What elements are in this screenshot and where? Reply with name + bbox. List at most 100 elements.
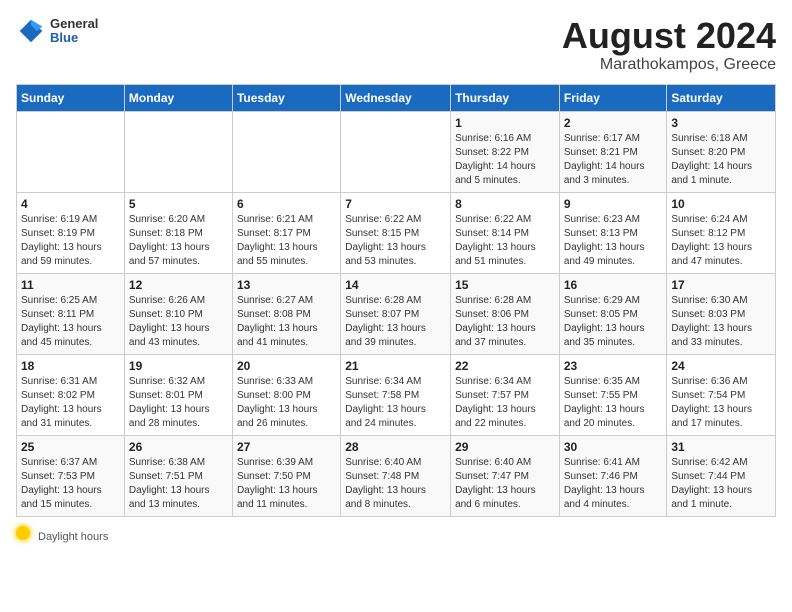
calendar-cell bbox=[17, 111, 125, 192]
day-info: Sunrise: 6:40 AM Sunset: 7:48 PM Dayligh… bbox=[345, 456, 446, 512]
sun-icon bbox=[16, 526, 30, 540]
calendar-cell: 19 Sunrise: 6:32 AM Sunset: 8:01 PM Dayli… bbox=[124, 354, 232, 435]
day-number: 6 bbox=[237, 197, 336, 211]
footer: Daylight hours bbox=[16, 523, 776, 543]
calendar-cell: 14 Sunrise: 6:28 AM Sunset: 8:07 PM Dayli… bbox=[341, 273, 451, 354]
day-info: Sunrise: 6:30 AM Sunset: 8:03 PM Dayligh… bbox=[671, 294, 771, 350]
page-header: General Blue August 2024 Marathokampos, … bbox=[16, 16, 776, 74]
day-number: 22 bbox=[455, 359, 555, 373]
day-number: 14 bbox=[345, 278, 446, 292]
calendar-cell: 17Sunrise: 6:30 AM Sunset: 8:03 PM Dayli… bbox=[667, 273, 776, 354]
day-info: Sunrise: 6:23 AM Sunset: 8:13 PM Dayligh… bbox=[564, 213, 663, 269]
logo-general: General bbox=[50, 17, 98, 31]
day-number: 26 bbox=[129, 440, 228, 454]
day-number: 5 bbox=[129, 197, 228, 211]
day-info: Sunrise: 6:34 AM Sunset: 7:57 PM Dayligh… bbox=[455, 375, 555, 431]
calendar-cell: 11Sunrise: 6:25 AM Sunset: 8:11 PM Dayli… bbox=[17, 273, 125, 354]
day-number: 15 bbox=[455, 278, 555, 292]
day-number: 31 bbox=[671, 440, 771, 454]
calendar-cell: 6 Sunrise: 6:21 AM Sunset: 8:17 PM Daylig… bbox=[232, 192, 340, 273]
day-info: Sunrise: 6:24 AM Sunset: 8:12 PM Dayligh… bbox=[671, 213, 771, 269]
calendar-cell: 13 Sunrise: 6:27 AM Sunset: 8:08 PM Dayli… bbox=[232, 273, 340, 354]
day-number: 1 bbox=[455, 116, 555, 130]
day-number: 21 bbox=[345, 359, 446, 373]
calendar-cell: 21Sunrise: 6:34 AM Sunset: 7:58 PM Dayli… bbox=[341, 354, 451, 435]
weekday-header: Tuesday bbox=[232, 84, 340, 111]
calendar-cell: 16Sunrise: 6:29 AM Sunset: 8:05 PM Dayli… bbox=[559, 273, 667, 354]
day-info: Sunrise: 6:33 AM Sunset: 8:00 PM Dayligh… bbox=[237, 375, 336, 431]
weekday-header: Thursday bbox=[451, 84, 560, 111]
day-info: Sunrise: 6:29 AM Sunset: 8:05 PM Dayligh… bbox=[564, 294, 663, 350]
day-info: Sunrise: 6:25 AM Sunset: 8:11 PM Dayligh… bbox=[21, 294, 120, 350]
calendar-cell: 27 Sunrise: 6:39 AM Sunset: 7:50 PM Dayli… bbox=[232, 435, 340, 516]
day-number: 7 bbox=[345, 197, 446, 211]
day-info: Sunrise: 6:16 AM Sunset: 8:22 PM Dayligh… bbox=[455, 132, 555, 188]
calendar-cell bbox=[232, 111, 340, 192]
day-number: 23 bbox=[564, 359, 663, 373]
logo-text: General Blue bbox=[50, 17, 98, 46]
day-number: 25 bbox=[21, 440, 120, 454]
weekday-header: Friday bbox=[559, 84, 667, 111]
calendar-cell: 2 Sunrise: 6:17 AM Sunset: 8:21 PM Daylig… bbox=[559, 111, 667, 192]
day-number: 2 bbox=[564, 116, 663, 130]
day-info: Sunrise: 6:32 AM Sunset: 8:01 PM Dayligh… bbox=[129, 375, 228, 431]
day-number: 13 bbox=[237, 278, 336, 292]
calendar-cell: 12 Sunrise: 6:26 AM Sunset: 8:10 PM Dayli… bbox=[124, 273, 232, 354]
calendar-week-row: 4 Sunrise: 6:19 AM Sunset: 8:19 PM Daylig… bbox=[17, 192, 776, 273]
calendar-cell: 31Sunrise: 6:42 AM Sunset: 7:44 PM Dayli… bbox=[667, 435, 776, 516]
weekday-header: Sunday bbox=[17, 84, 125, 111]
calendar-cell: 29 Sunrise: 6:40 AM Sunset: 7:47 PM Dayli… bbox=[451, 435, 560, 516]
day-info: Sunrise: 6:22 AM Sunset: 8:14 PM Dayligh… bbox=[455, 213, 555, 269]
day-info: Sunrise: 6:17 AM Sunset: 8:21 PM Dayligh… bbox=[564, 132, 663, 188]
calendar-cell: 20Sunrise: 6:33 AM Sunset: 8:00 PM Dayli… bbox=[232, 354, 340, 435]
calendar-cell: 23 Sunrise: 6:35 AM Sunset: 7:55 PM Dayli… bbox=[559, 354, 667, 435]
day-number: 19 bbox=[129, 359, 228, 373]
day-info: Sunrise: 6:27 AM Sunset: 8:08 PM Dayligh… bbox=[237, 294, 336, 350]
day-info: Sunrise: 6:22 AM Sunset: 8:15 PM Dayligh… bbox=[345, 213, 446, 269]
logo: General Blue bbox=[16, 16, 98, 46]
day-info: Sunrise: 6:38 AM Sunset: 7:51 PM Dayligh… bbox=[129, 456, 228, 512]
day-info: Sunrise: 6:41 AM Sunset: 7:46 PM Dayligh… bbox=[564, 456, 663, 512]
day-number: 24 bbox=[671, 359, 771, 373]
day-info: Sunrise: 6:39 AM Sunset: 7:50 PM Dayligh… bbox=[237, 456, 336, 512]
day-number: 29 bbox=[455, 440, 555, 454]
calendar-cell: 30 Sunrise: 6:41 AM Sunset: 7:46 PM Dayli… bbox=[559, 435, 667, 516]
calendar-cell: 3Sunrise: 6:18 AM Sunset: 8:20 PM Daylig… bbox=[667, 111, 776, 192]
calendar-cell: 5Sunrise: 6:20 AM Sunset: 8:18 PM Daylig… bbox=[124, 192, 232, 273]
calendar-cell: 8 Sunrise: 6:22 AM Sunset: 8:14 PM Daylig… bbox=[451, 192, 560, 273]
logo-icon bbox=[16, 16, 46, 46]
day-info: Sunrise: 6:36 AM Sunset: 7:54 PM Dayligh… bbox=[671, 375, 771, 431]
day-info: Sunrise: 6:28 AM Sunset: 8:07 PM Dayligh… bbox=[345, 294, 446, 350]
weekday-header: Saturday bbox=[667, 84, 776, 111]
day-info: Sunrise: 6:19 AM Sunset: 8:19 PM Dayligh… bbox=[21, 213, 120, 269]
calendar-cell: 22 Sunrise: 6:34 AM Sunset: 7:57 PM Dayli… bbox=[451, 354, 560, 435]
page-subtitle: Marathokampos, Greece bbox=[562, 56, 776, 74]
daylight-label: Daylight hours bbox=[34, 531, 108, 543]
day-info: Sunrise: 6:26 AM Sunset: 8:10 PM Dayligh… bbox=[129, 294, 228, 350]
calendar-week-row: 25Sunrise: 6:37 AM Sunset: 7:53 PM Dayli… bbox=[17, 435, 776, 516]
weekday-header: Wednesday bbox=[341, 84, 451, 111]
calendar-cell: 25Sunrise: 6:37 AM Sunset: 7:53 PM Dayli… bbox=[17, 435, 125, 516]
day-number: 4 bbox=[21, 197, 120, 211]
calendar-week-row: 11Sunrise: 6:25 AM Sunset: 8:11 PM Dayli… bbox=[17, 273, 776, 354]
day-info: Sunrise: 6:35 AM Sunset: 7:55 PM Dayligh… bbox=[564, 375, 663, 431]
day-number: 10 bbox=[671, 197, 771, 211]
day-number: 27 bbox=[237, 440, 336, 454]
calendar-cell: 15 Sunrise: 6:28 AM Sunset: 8:06 PM Dayli… bbox=[451, 273, 560, 354]
day-number: 3 bbox=[671, 116, 771, 130]
weekday-header: Monday bbox=[124, 84, 232, 111]
day-info: Sunrise: 6:40 AM Sunset: 7:47 PM Dayligh… bbox=[455, 456, 555, 512]
calendar-week-row: 1 Sunrise: 6:16 AM Sunset: 8:22 PM Daylig… bbox=[17, 111, 776, 192]
calendar-cell: 24 Sunrise: 6:36 AM Sunset: 7:54 PM Dayli… bbox=[667, 354, 776, 435]
calendar-cell: 4 Sunrise: 6:19 AM Sunset: 8:19 PM Daylig… bbox=[17, 192, 125, 273]
calendar-cell: 18Sunrise: 6:31 AM Sunset: 8:02 PM Dayli… bbox=[17, 354, 125, 435]
calendar-cell: 26 Sunrise: 6:38 AM Sunset: 7:51 PM Dayli… bbox=[124, 435, 232, 516]
day-number: 12 bbox=[129, 278, 228, 292]
day-info: Sunrise: 6:21 AM Sunset: 8:17 PM Dayligh… bbox=[237, 213, 336, 269]
calendar-cell: 1 Sunrise: 6:16 AM Sunset: 8:22 PM Daylig… bbox=[451, 111, 560, 192]
day-number: 8 bbox=[455, 197, 555, 211]
day-number: 30 bbox=[564, 440, 663, 454]
day-info: Sunrise: 6:28 AM Sunset: 8:06 PM Dayligh… bbox=[455, 294, 555, 350]
calendar-table: SundayMondayTuesdayWednesdayThursdayFrid… bbox=[16, 84, 776, 517]
day-number: 9 bbox=[564, 197, 663, 211]
